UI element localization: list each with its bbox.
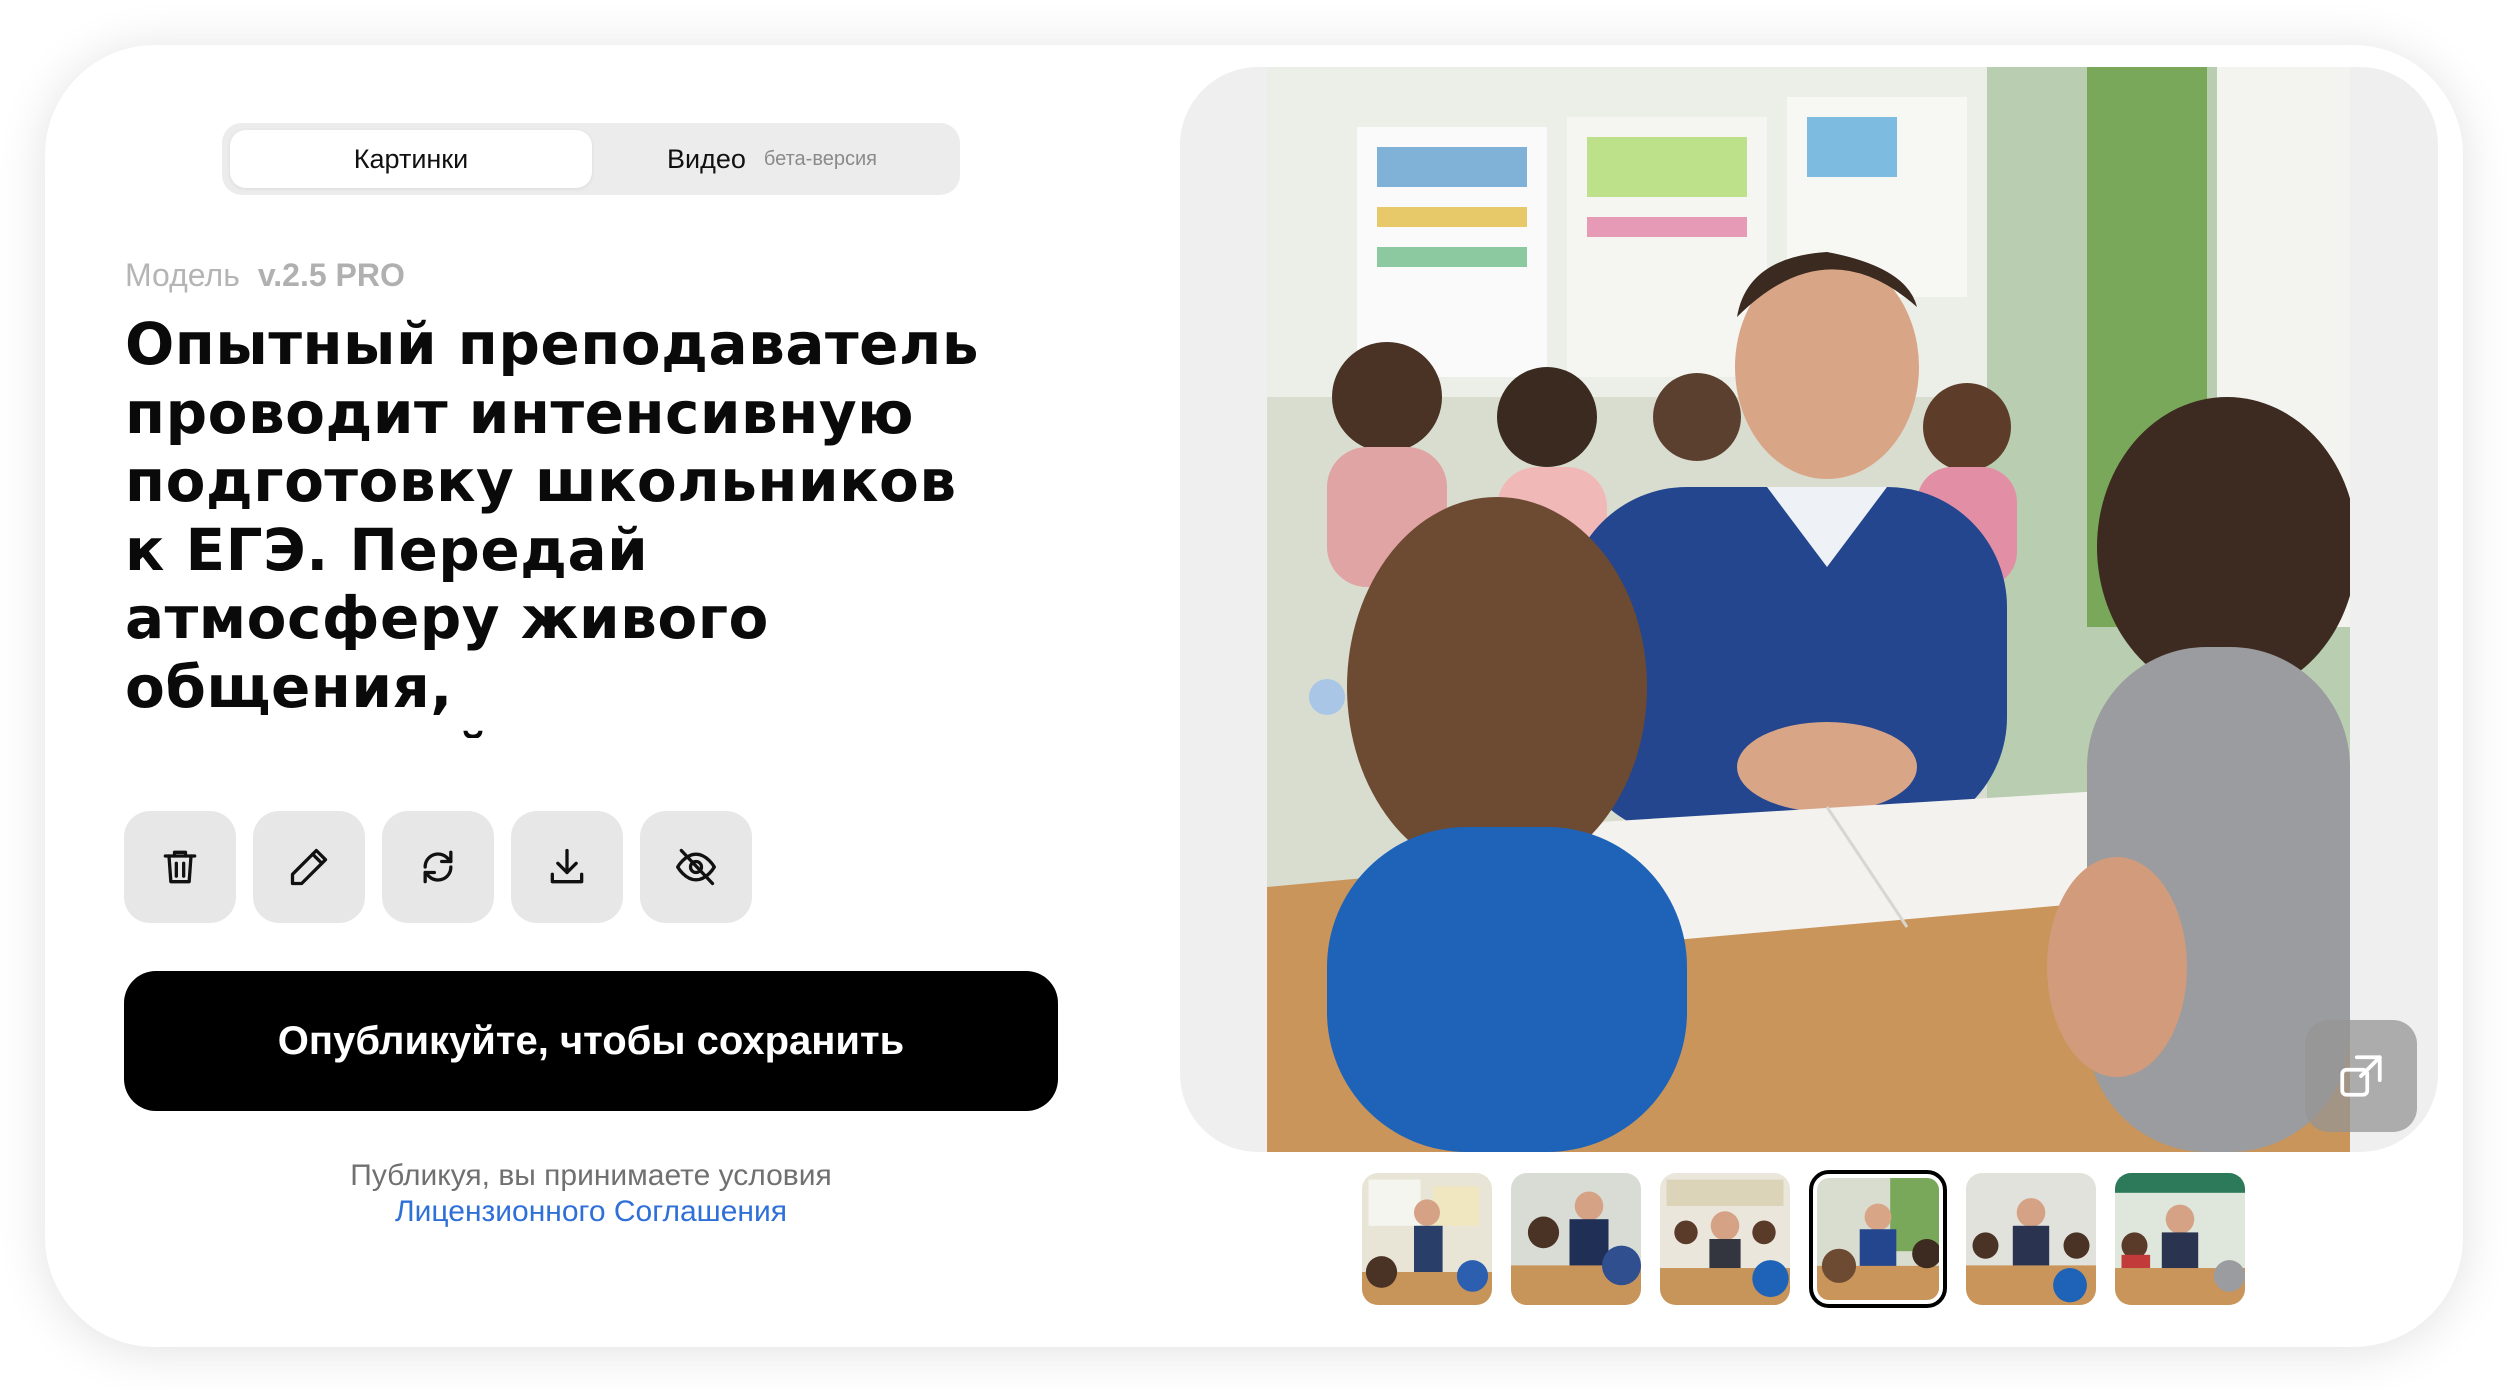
thumbnail[interactable] <box>1362 1173 1492 1305</box>
expand-icon <box>2340 1055 2382 1097</box>
tab-video[interactable]: Видео бета-версия <box>592 130 952 188</box>
download-icon <box>550 848 584 884</box>
tab-images[interactable]: Картинки <box>230 130 592 188</box>
action-toolbar <box>124 811 752 923</box>
thumbnail-selected[interactable] <box>1809 1170 1947 1308</box>
delete-button[interactable] <box>124 811 236 923</box>
beta-badge: бета-версия <box>763 147 877 170</box>
model-info: Модель v.2.5 PRO <box>125 257 405 294</box>
thumbnail[interactable] <box>1511 1173 1641 1305</box>
license-agreement-link[interactable]: Лицензионного Соглашения <box>124 1194 1058 1230</box>
regenerate-button[interactable] <box>382 811 494 923</box>
publish-button-label: Опубликуйте, чтобы сохранить <box>277 1018 905 1063</box>
expand-button[interactable] <box>2305 1020 2417 1132</box>
prompt-container: Опытный преподаватель проводит интенсивн… <box>125 310 1005 738</box>
media-type-toggle: Картинки Видео бета-версия <box>222 123 960 195</box>
publish-button[interactable]: Опубликуйте, чтобы сохранить <box>124 971 1058 1111</box>
tab-video-label: Видео <box>667 143 746 174</box>
prompt-text: Опытный преподаватель проводит интенсивн… <box>125 310 980 738</box>
trash-icon <box>163 850 197 884</box>
thumbnail-strip <box>1362 1170 2245 1308</box>
edit-button[interactable] <box>253 811 365 923</box>
thumbnail[interactable] <box>1660 1173 1790 1305</box>
refresh-icon <box>423 850 453 884</box>
terms-text: Публикуя, вы принимаете условия <box>350 1159 832 1192</box>
model-version: v.2.5 PRO <box>257 257 405 293</box>
hide-button[interactable] <box>640 811 752 923</box>
download-button[interactable] <box>511 811 623 923</box>
generated-image <box>1267 67 2350 1152</box>
thumbnail[interactable] <box>2115 1173 2245 1305</box>
terms-notice: Публикуя, вы принимаете условия Лицензио… <box>124 1158 1058 1230</box>
eye-off-icon <box>676 848 716 886</box>
model-label: Модель <box>125 257 240 293</box>
thumbnail[interactable] <box>1966 1173 2096 1305</box>
tab-images-label: Картинки <box>353 143 469 174</box>
pencil-icon <box>290 848 328 886</box>
